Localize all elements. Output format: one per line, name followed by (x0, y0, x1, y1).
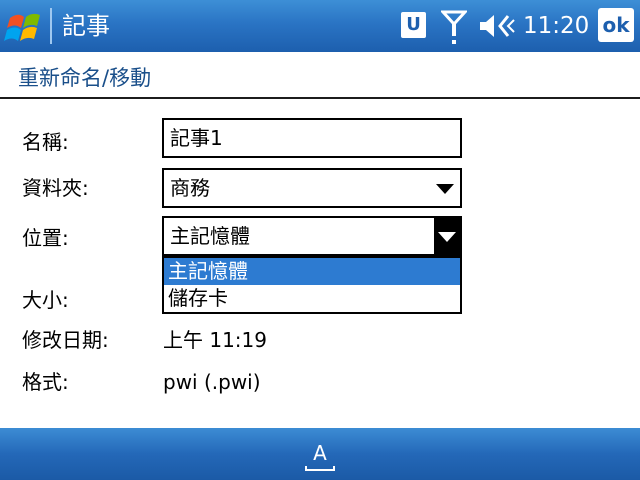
format-label: 格式: (22, 370, 69, 394)
modified-value: 上午 11:19 (163, 328, 267, 352)
modified-label: 修改日期: (22, 328, 109, 352)
volume-icon[interactable] (478, 12, 516, 40)
name-label: 名稱: (22, 130, 69, 154)
page-title: 重新命名/移動 (18, 66, 152, 90)
dropdown-option-storage-card[interactable]: 儲存卡 (164, 285, 460, 312)
input-panel-button[interactable]: A (302, 438, 338, 474)
title-bar: 記事 U 11:20 ok (0, 0, 640, 52)
bottom-bar: A (0, 428, 640, 480)
signal-antenna-icon[interactable] (439, 10, 469, 46)
location-combo[interactable]: 主記憶體 (162, 216, 462, 256)
clock[interactable]: 11:20 (523, 12, 589, 40)
header-divider (0, 97, 640, 99)
name-value: 記事1 (170, 126, 223, 150)
folder-value: 商務 (170, 176, 210, 200)
windows-flag-icon (4, 13, 40, 41)
size-label: 大小: (22, 288, 69, 312)
u-icon[interactable]: U (401, 12, 426, 38)
folder-label: 資料夾: (22, 176, 89, 200)
ok-button[interactable]: ok (598, 8, 634, 42)
format-value: pwi (.pwi) (163, 370, 261, 394)
title-separator (50, 8, 52, 44)
chevron-down-icon[interactable] (436, 184, 454, 194)
location-label: 位置: (22, 226, 69, 250)
name-field[interactable]: 記事1 (162, 118, 462, 158)
dropdown-option-main-memory[interactable]: 主記憶體 (164, 258, 460, 285)
location-dropdown-list[interactable]: 主記憶體 儲存卡 (162, 256, 462, 314)
folder-combo[interactable]: 商務 (162, 168, 462, 208)
sip-label: A (313, 441, 327, 465)
chevron-down-icon[interactable] (434, 218, 460, 254)
start-button[interactable] (4, 6, 48, 46)
location-value: 主記憶體 (170, 224, 250, 248)
keyboard-input-icon: A (305, 441, 335, 471)
app-title: 記事 (62, 12, 110, 40)
